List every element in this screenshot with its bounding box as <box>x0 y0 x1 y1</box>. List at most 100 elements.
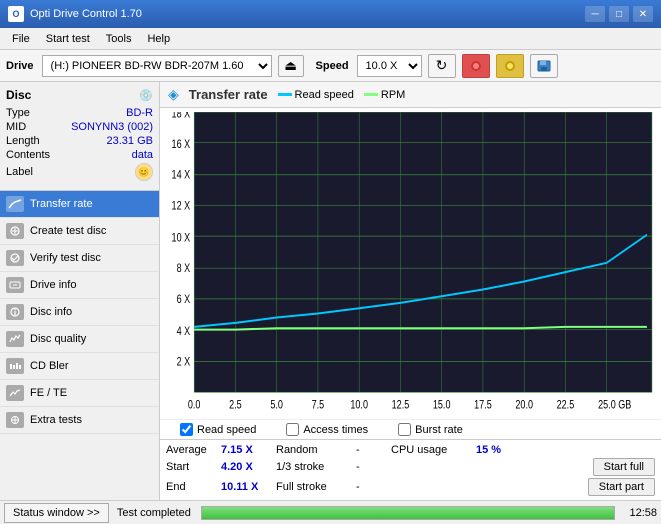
checkbox-burst-rate[interactable]: Burst rate <box>398 423 463 436</box>
action-button-1[interactable] <box>462 54 490 78</box>
legend-read-speed: Read speed <box>278 89 354 101</box>
sidebar-item-disc-quality[interactable]: Disc quality <box>0 326 159 353</box>
stat-row-start: Start 4.20 X 1/3 stroke - Start full <box>166 458 655 476</box>
nav-label-transfer-rate: Transfer rate <box>30 198 93 210</box>
chart-header: ◈ Transfer rate Read speed RPM <box>160 82 661 108</box>
stat-cpu-label: CPU usage <box>391 444 476 456</box>
close-button[interactable]: ✕ <box>633 6 653 22</box>
legend-rpm: RPM <box>364 89 405 101</box>
cd-bler-icon <box>6 358 24 374</box>
svg-text:8 X: 8 X <box>177 262 191 276</box>
progress-bar-fill <box>202 507 615 519</box>
legend-rpm-label: RPM <box>381 89 405 101</box>
disc-contents-value: data <box>132 149 153 161</box>
drive-info-icon <box>6 277 24 293</box>
disc-type-row: Type BD-R <box>6 106 153 120</box>
sidebar-item-fe-te[interactable]: FE / TE <box>0 380 159 407</box>
start-part-button[interactable]: Start part <box>588 478 655 496</box>
checkbox-burst-rate-input[interactable] <box>398 423 411 436</box>
speed-label: Speed <box>316 60 349 72</box>
stat-end-value: 10.11 X <box>221 481 276 493</box>
stat-row-end: End 10.11 X Full stroke - Start part <box>166 478 655 496</box>
stat-random-label: Random <box>276 444 356 456</box>
minimize-button[interactable]: ─ <box>585 6 605 22</box>
svg-text:22.5: 22.5 <box>557 398 575 412</box>
create-test-disc-icon <box>6 223 24 239</box>
disc-length-value: 23.31 GB <box>107 135 153 147</box>
sidebar-item-drive-info[interactable]: Drive info <box>0 272 159 299</box>
svg-text:2 X: 2 X <box>177 355 191 369</box>
svg-text:0.0: 0.0 <box>188 398 201 412</box>
svg-text:5.0: 5.0 <box>270 398 283 412</box>
drive-select[interactable]: (H:) PIONEER BD-RW BDR-207M 1.60 <box>42 55 272 77</box>
stat-start-label: Start <box>166 461 221 473</box>
sidebar: Disc 💿 Type BD-R MID SONYNN3 (002) Lengt… <box>0 82 160 500</box>
transfer-rate-icon <box>6 196 24 212</box>
sidebar-item-disc-info[interactable]: Disc info <box>0 299 159 326</box>
disc-label-label: Label <box>6 166 33 178</box>
checkbox-read-speed[interactable]: Read speed <box>180 423 256 436</box>
menu-start-test[interactable]: Start test <box>38 31 98 47</box>
titlebar-buttons: ─ □ ✕ <box>585 6 653 22</box>
stat-13stroke-value: - <box>356 461 391 473</box>
menu-help[interactable]: Help <box>139 31 178 47</box>
disc-length-row: Length 23.31 GB <box>6 134 153 148</box>
sidebar-item-create-test-disc[interactable]: Create test disc <box>0 218 159 245</box>
titlebar: O Opti Drive Control 1.70 ─ □ ✕ <box>0 0 661 28</box>
eject-button[interactable]: ⏏ <box>278 55 304 77</box>
status-window-button[interactable]: Status window >> <box>4 503 109 523</box>
disc-info-icon <box>6 304 24 320</box>
action-button-2[interactable] <box>496 54 524 78</box>
sidebar-item-verify-test-disc[interactable]: Verify test disc <box>0 245 159 272</box>
svg-text:7.5: 7.5 <box>312 398 325 412</box>
menu-file[interactable]: File <box>4 31 38 47</box>
titlebar-left: O Opti Drive Control 1.70 <box>8 6 142 22</box>
time-display: 12:58 <box>629 507 657 519</box>
svg-text:25.0 GB: 25.0 GB <box>598 398 631 412</box>
nav-label-create-test-disc: Create test disc <box>30 225 106 237</box>
app-icon: O <box>8 6 24 22</box>
nav-items: Transfer rate Create test disc Verify te… <box>0 191 159 434</box>
stat-cpu-value: 15 % <box>476 444 501 456</box>
main-content: Disc 💿 Type BD-R MID SONYNN3 (002) Lengt… <box>0 82 661 500</box>
svg-text:20.0: 20.0 <box>515 398 533 412</box>
stat-average-label: Average <box>166 444 221 456</box>
progress-bar-container <box>201 506 616 520</box>
svg-text:2.5: 2.5 <box>229 398 242 412</box>
disc-label-icon[interactable]: 😊 <box>135 163 153 181</box>
checkbox-read-speed-input[interactable] <box>180 423 193 436</box>
svg-text:14 X: 14 X <box>172 169 191 183</box>
statusbar: Status window >> Test completed 12:58 <box>0 500 661 524</box>
svg-text:6 X: 6 X <box>177 293 191 307</box>
nav-label-disc-info: Disc info <box>30 306 72 318</box>
disc-mid-row: MID SONYNN3 (002) <box>6 120 153 134</box>
toolbar: Drive (H:) PIONEER BD-RW BDR-207M 1.60 ⏏… <box>0 50 661 82</box>
stat-fullstroke-label: Full stroke <box>276 481 356 493</box>
start-full-button[interactable]: Start full <box>593 458 655 476</box>
sidebar-item-cd-bler[interactable]: CD Bler <box>0 353 159 380</box>
save-button[interactable] <box>530 54 558 78</box>
refresh-button[interactable]: ↻ <box>428 54 456 78</box>
nav-label-cd-bler: CD Bler <box>30 360 69 372</box>
nav-label-verify-test-disc: Verify test disc <box>30 252 101 264</box>
sidebar-item-transfer-rate[interactable]: Transfer rate <box>0 191 159 218</box>
checkbox-access-times-input[interactable] <box>286 423 299 436</box>
stats-area: Average 7.15 X Random - CPU usage 15 % S… <box>160 439 661 500</box>
svg-text:18 X: 18 X <box>172 112 191 121</box>
maximize-button[interactable]: □ <box>609 6 629 22</box>
verify-test-disc-icon <box>6 250 24 266</box>
disc-header: Disc 💿 <box>6 88 153 102</box>
stat-end-label: End <box>166 481 221 493</box>
menubar: File Start test Tools Help <box>0 28 661 50</box>
stat-random-value: - <box>356 444 391 456</box>
chart-title-icon: ◈ <box>168 86 179 103</box>
disc-mid-label: MID <box>6 121 26 133</box>
sidebar-item-extra-tests[interactable]: Extra tests <box>0 407 159 434</box>
speed-select[interactable]: 10.0 X <box>357 55 422 77</box>
svg-text:4 X: 4 X <box>177 325 191 339</box>
svg-text:15.0: 15.0 <box>433 398 451 412</box>
menu-tools[interactable]: Tools <box>98 31 140 47</box>
drive-label: Drive <box>6 60 34 72</box>
checkbox-access-times[interactable]: Access times <box>286 423 368 436</box>
svg-text:16 X: 16 X <box>172 138 191 152</box>
